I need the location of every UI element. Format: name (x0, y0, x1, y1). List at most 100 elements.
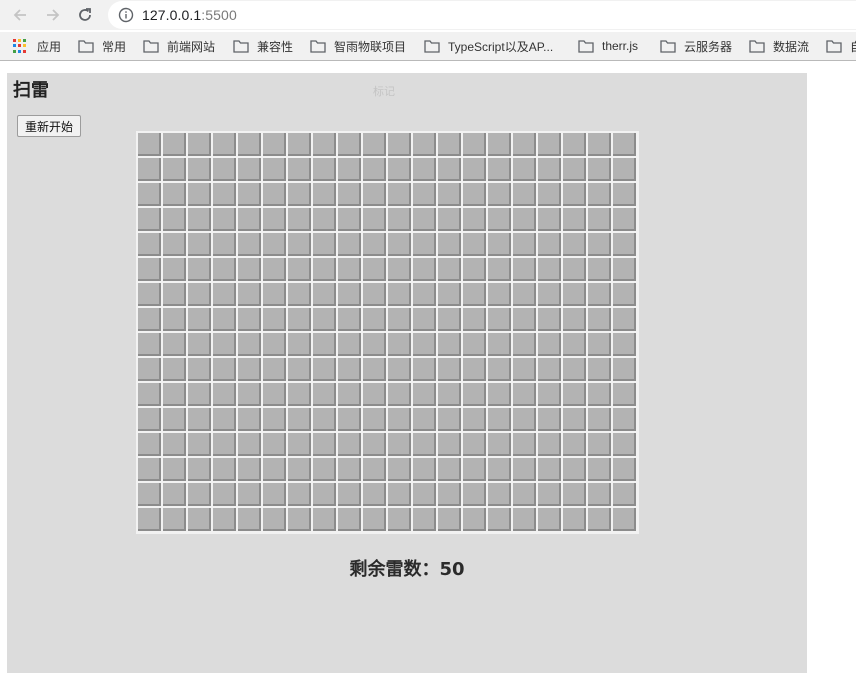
mine-cell[interactable] (488, 458, 511, 481)
mine-cell[interactable] (513, 208, 536, 231)
mine-cell[interactable] (563, 158, 586, 181)
bookmark-apps[interactable]: 应用 (13, 37, 61, 55)
mine-cell[interactable] (563, 208, 586, 231)
mine-cell[interactable] (288, 208, 311, 231)
mine-cell[interactable] (463, 383, 486, 406)
mine-cell[interactable] (213, 433, 236, 456)
mine-cell[interactable] (588, 358, 611, 381)
mine-cell[interactable] (513, 258, 536, 281)
bookmark-folder[interactable]: 前端网站 (143, 37, 215, 55)
mine-cell[interactable] (163, 408, 186, 431)
mine-cell[interactable] (413, 433, 436, 456)
mine-cell[interactable] (313, 358, 336, 381)
mine-cell[interactable] (613, 283, 636, 306)
mine-cell[interactable] (263, 508, 286, 531)
mine-cell[interactable] (538, 358, 561, 381)
address-bar[interactable]: 127.0.0.1:5500 (108, 1, 856, 29)
mine-cell[interactable] (313, 258, 336, 281)
mine-cell[interactable] (463, 158, 486, 181)
mine-cell[interactable] (438, 133, 461, 156)
mine-cell[interactable] (313, 308, 336, 331)
mine-cell[interactable] (538, 483, 561, 506)
mine-cell[interactable] (238, 308, 261, 331)
mine-cell[interactable] (213, 233, 236, 256)
mine-cell[interactable] (563, 483, 586, 506)
mine-cell[interactable] (463, 183, 486, 206)
mine-cell[interactable] (463, 283, 486, 306)
mine-cell[interactable] (438, 333, 461, 356)
mine-cell[interactable] (488, 508, 511, 531)
bookmark-folder[interactable]: 智雨物联项目 (310, 37, 406, 55)
mine-cell[interactable] (138, 358, 161, 381)
mine-cell[interactable] (188, 483, 211, 506)
mine-cell[interactable] (563, 508, 586, 531)
mine-cell[interactable] (238, 158, 261, 181)
mine-cell[interactable] (138, 308, 161, 331)
mine-cell[interactable] (288, 458, 311, 481)
mine-cell[interactable] (388, 258, 411, 281)
mine-cell[interactable] (188, 508, 211, 531)
mine-cell[interactable] (338, 283, 361, 306)
mine-cell[interactable] (138, 233, 161, 256)
mine-cell[interactable] (138, 208, 161, 231)
mine-cell[interactable] (613, 508, 636, 531)
mine-cell[interactable] (213, 258, 236, 281)
mine-cell[interactable] (288, 283, 311, 306)
back-button[interactable] (9, 4, 31, 26)
mine-cell[interactable] (338, 333, 361, 356)
mine-cell[interactable] (188, 358, 211, 381)
mine-cell[interactable] (588, 158, 611, 181)
mine-cell[interactable] (313, 133, 336, 156)
mine-cell[interactable] (413, 358, 436, 381)
mine-cell[interactable] (588, 333, 611, 356)
mine-cell[interactable] (613, 158, 636, 181)
mine-cell[interactable] (163, 233, 186, 256)
mine-cell[interactable] (163, 283, 186, 306)
mine-cell[interactable] (263, 408, 286, 431)
mine-cell[interactable] (463, 358, 486, 381)
mine-cell[interactable] (388, 433, 411, 456)
reload-button[interactable] (74, 4, 96, 26)
mine-cell[interactable] (288, 233, 311, 256)
mine-cell[interactable] (213, 483, 236, 506)
mine-cell[interactable] (138, 458, 161, 481)
mine-cell[interactable] (588, 133, 611, 156)
mine-cell[interactable] (463, 433, 486, 456)
mine-cell[interactable] (363, 133, 386, 156)
mine-cell[interactable] (388, 458, 411, 481)
mine-cell[interactable] (563, 283, 586, 306)
mine-cell[interactable] (163, 458, 186, 481)
bookmark-folder[interactable]: TypeScript以及AP... (424, 37, 553, 55)
mine-cell[interactable] (388, 508, 411, 531)
mine-cell[interactable] (613, 183, 636, 206)
mine-cell[interactable] (588, 208, 611, 231)
mine-cell[interactable] (538, 158, 561, 181)
mine-cell[interactable] (213, 133, 236, 156)
mine-cell[interactable] (488, 258, 511, 281)
mine-cell[interactable] (563, 408, 586, 431)
mine-cell[interactable] (313, 508, 336, 531)
mine-cell[interactable] (438, 308, 461, 331)
mine-cell[interactable] (288, 258, 311, 281)
mine-cell[interactable] (263, 483, 286, 506)
mine-cell[interactable] (463, 308, 486, 331)
mine-cell[interactable] (213, 333, 236, 356)
mine-cell[interactable] (388, 483, 411, 506)
mine-cell[interactable] (513, 358, 536, 381)
mine-cell[interactable] (438, 383, 461, 406)
mine-cell[interactable] (488, 183, 511, 206)
mine-cell[interactable] (488, 208, 511, 231)
mine-cell[interactable] (213, 208, 236, 231)
mine-cell[interactable] (388, 183, 411, 206)
mine-cell[interactable] (463, 258, 486, 281)
mine-cell[interactable] (313, 383, 336, 406)
mine-cell[interactable] (538, 133, 561, 156)
mine-cell[interactable] (438, 258, 461, 281)
mine-cell[interactable] (413, 258, 436, 281)
mine-cell[interactable] (188, 408, 211, 431)
mine-cell[interactable] (438, 458, 461, 481)
mine-cell[interactable] (288, 333, 311, 356)
mine-cell[interactable] (288, 358, 311, 381)
mine-cell[interactable] (513, 433, 536, 456)
mine-cell[interactable] (338, 358, 361, 381)
